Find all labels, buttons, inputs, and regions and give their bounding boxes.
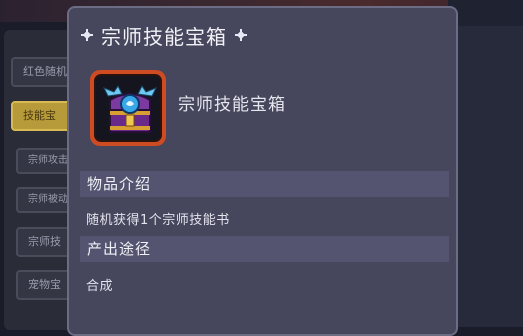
- section-body-description: 随机获得1个宗师技能书: [86, 213, 230, 228]
- item-icon-frame: [90, 70, 166, 146]
- section-heading-description: 物品介绍: [80, 171, 449, 197]
- sparkle-icon: [235, 29, 247, 41]
- tooltip-title: 宗师技能宝箱: [101, 24, 227, 49]
- item-name: 宗师技能宝箱: [178, 95, 286, 115]
- sparkle-icon: [81, 29, 93, 41]
- section-body-source: 合成: [86, 279, 114, 294]
- item-icon-slot: [94, 74, 162, 142]
- section-heading-source: 产出途径: [80, 236, 449, 262]
- tooltip-header: 宗师技能宝箱: [81, 20, 247, 50]
- master-skill-chest-icon: [102, 85, 158, 133]
- right-panel: [455, 26, 523, 327]
- item-tooltip: 宗师技能宝箱 宗师技能宝箱 物品介绍 随机获得1个宗师技能书 产出途径 合成: [67, 6, 458, 336]
